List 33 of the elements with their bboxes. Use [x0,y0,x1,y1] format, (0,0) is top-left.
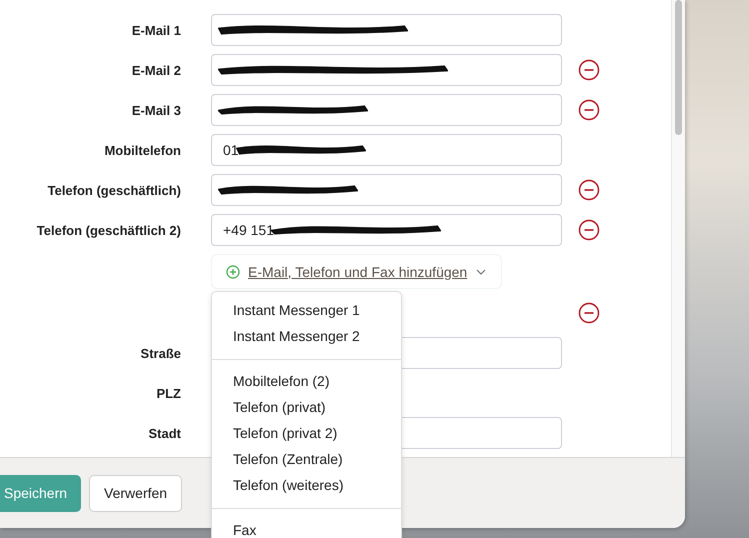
field-label: E-Mail 3 [132,102,181,118]
field-label: Mobiltelefon [104,142,181,158]
menu-item[interactable]: Telefon (privat 2) [212,420,401,446]
scrollbar-thumb[interactable] [675,0,682,135]
menu-item[interactable]: Mobiltelefon (2) [212,368,401,394]
remove-icon[interactable] [578,219,600,241]
input-field[interactable]: +49 151 [211,214,562,246]
field-label: E-Mail 2 [132,62,181,78]
menu-item[interactable]: Fax [212,517,401,538]
input-field[interactable]: 01 [211,134,562,166]
field-label: Telefon (geschäftlich) [48,182,181,198]
plus-icon [226,264,240,278]
field-label: Straße [140,346,181,360]
input-field[interactable] [211,94,562,126]
remove-icon[interactable] [578,99,600,121]
menu-item[interactable]: Telefon (Zentrale) [212,446,401,472]
remove-icon[interactable] [578,59,600,81]
remove-icon[interactable] [578,302,600,324]
field-label: Stadt [148,426,181,440]
discard-button[interactable]: Verwerfen [89,474,182,512]
remove-icon[interactable] [578,179,600,201]
field-label: E-Mail 1 [132,22,181,38]
input-field[interactable] [211,54,562,86]
field-label: PLZ [156,386,181,400]
input-field[interactable] [211,14,562,46]
menu-item[interactable]: Instant Messenger 1 [212,297,401,323]
input-field[interactable] [211,174,562,206]
chevron-icon [475,268,488,276]
menu-item[interactable]: Telefon (weiteres) [212,472,401,498]
menu-item[interactable]: Telefon (privat) [212,394,401,420]
add-contact-button[interactable]: E-Mail, Telefon und Fax hinzufügen [211,254,502,289]
menu-item[interactable]: Instant Messenger 2 [212,323,401,349]
field-label: Telefon (geschäftlich 2) [36,222,181,238]
